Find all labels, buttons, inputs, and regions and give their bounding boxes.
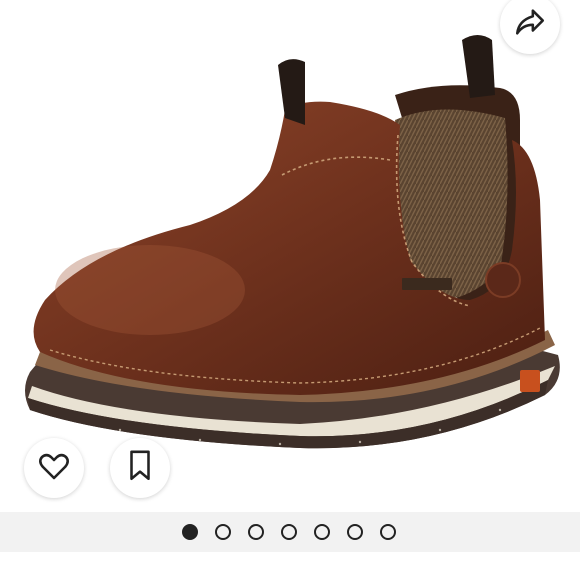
bookmark-outline-icon	[125, 449, 155, 488]
product-image[interactable]: Brown leather pull-on chelsea work boot	[0, 0, 580, 512]
carousel-pagination	[0, 512, 580, 552]
product-image-viewer: Brown leather pull-on chelsea work boot	[0, 0, 580, 580]
carousel-dot[interactable]	[380, 524, 396, 540]
carousel-dot[interactable]	[248, 524, 264, 540]
carousel-dot[interactable]	[281, 524, 297, 540]
bottom-spacer	[0, 552, 580, 580]
save-button[interactable]	[110, 438, 170, 498]
share-arrow-icon	[513, 5, 547, 44]
carousel-dots	[182, 524, 396, 540]
heart-outline-icon	[36, 448, 72, 489]
boot-illustration	[25, 35, 560, 449]
favorite-button[interactable]	[24, 438, 84, 498]
carousel-dot[interactable]	[182, 524, 198, 540]
carousel-dot[interactable]	[347, 524, 363, 540]
carousel-dot[interactable]	[314, 524, 330, 540]
carousel-dot[interactable]	[215, 524, 231, 540]
